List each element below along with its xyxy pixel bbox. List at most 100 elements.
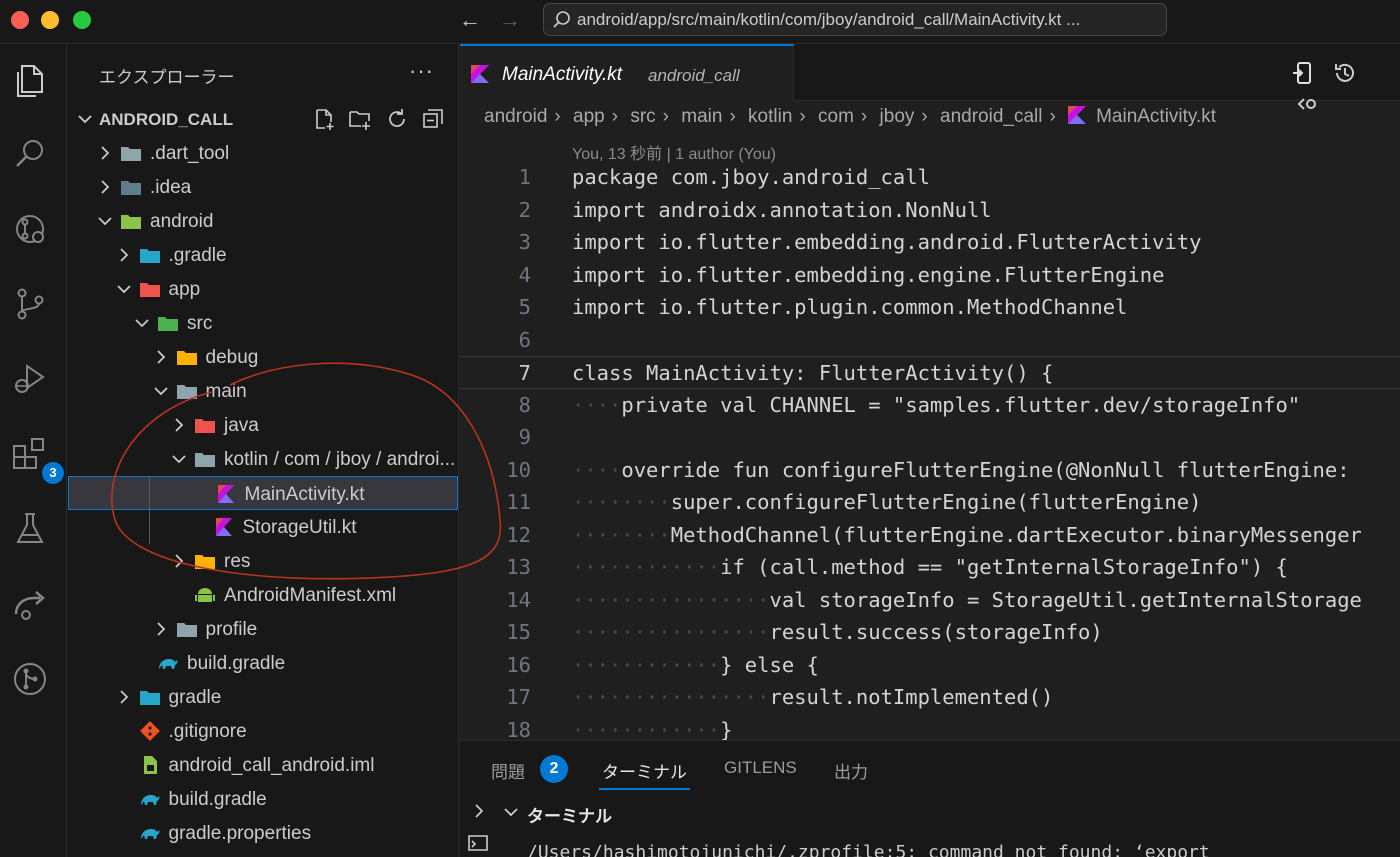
nav-forward-button[interactable]: → [497, 8, 523, 32]
terminal-output-line[interactable]: /Users/hashimotojunichi/.zprofile:5: com… [527, 842, 1210, 857]
gradle-icon [139, 789, 161, 809]
code-line[interactable]: 13 ············if (call.method == "getInt… [460, 551, 1400, 584]
code-line[interactable]: 5 import io.flutter.plugin.common.MethodC… [460, 291, 1400, 324]
tree-item[interactable]: kotlin / com / jboy / androi... [67, 442, 459, 476]
code-line[interactable]: 7 class MainActivity: FlutterActivity() { [460, 356, 1400, 389]
search-icon[interactable] [10, 134, 54, 178]
tree-item-label: gradle [168, 687, 222, 708]
terminal-header[interactable]: ターミナル [460, 796, 1400, 828]
gitlens-icon[interactable] [10, 659, 54, 703]
breadcrumb-item[interactable]: com [818, 106, 854, 127]
breadcrumb-item[interactable]: main [681, 106, 722, 127]
code-text: import io.flutter.embedding.engine.Flutt… [572, 259, 1164, 292]
code-content: import io.flutter.embedding.android.Flut… [572, 230, 1202, 254]
code-line[interactable]: 11 ········super.configureFlutterEngine(f… [460, 486, 1400, 519]
new-folder-icon[interactable] [348, 107, 372, 131]
timeline-icon[interactable] [1332, 60, 1358, 86]
code-content: package com.jboy.android_call [572, 165, 930, 189]
breadcrumb-item[interactable]: android [484, 106, 547, 127]
tree-item[interactable]: gradle [67, 680, 459, 714]
breadcrumb-file[interactable]: MainActivity.kt [1096, 106, 1216, 127]
close-window-button[interactable] [11, 11, 29, 29]
kotlin-icon [1068, 106, 1087, 124]
more-actions-button[interactable]: ··· [409, 58, 434, 84]
code-line[interactable]: 2 import androidx.annotation.NonNull [460, 194, 1400, 227]
tab-terminal[interactable]: ターミナル [602, 758, 687, 783]
tree-item[interactable]: java [67, 408, 459, 442]
tree-item[interactable]: src [67, 306, 459, 340]
tree-item[interactable]: .idea [67, 170, 459, 204]
tree-item[interactable]: .gitignore [67, 714, 459, 748]
tree-item-label: main [205, 381, 247, 402]
new-file-icon[interactable] [312, 107, 336, 131]
tree-item[interactable]: main [67, 374, 459, 408]
breadcrumb-item[interactable]: jboy [880, 106, 915, 127]
line-number: 5 [518, 295, 531, 319]
tree-item[interactable]: app [67, 272, 459, 306]
workspace-name: ANDROID_CALL [99, 110, 234, 129]
explorer-icon[interactable] [10, 60, 54, 104]
tree-item[interactable]: .dart_tool [67, 136, 459, 170]
tree-item-label: StorageUtil.kt [242, 517, 357, 538]
line-number: 13 [506, 555, 531, 579]
breadcrumb-item[interactable]: src [630, 106, 655, 127]
tree-item[interactable]: AndroidManifest.xml [67, 578, 459, 612]
source-control-icon[interactable] [10, 284, 54, 328]
tab-output[interactable]: 出力 [834, 758, 868, 783]
testing-icon[interactable] [10, 509, 54, 553]
whitespace-indicator: ···· [572, 392, 622, 417]
android-folder-icon [120, 211, 142, 231]
code-line[interactable]: 8 ····private val CHANNEL = "samples.flut… [460, 389, 1400, 422]
line-number: 17 [506, 685, 531, 709]
tab-problems[interactable]: 問題 [491, 758, 525, 783]
code-content: import androidx.annotation.NonNull [572, 197, 992, 222]
nav-back-button[interactable]: ← [457, 8, 483, 32]
remote-explorer-icon[interactable] [10, 584, 54, 628]
tree-item[interactable]: debug [67, 340, 459, 374]
tree-item[interactable]: MainActivity.kt [68, 476, 458, 510]
tree-item[interactable]: android_call_android.iml [67, 748, 459, 782]
code-line[interactable]: 3 import io.flutter.embedding.android.Flu… [460, 226, 1400, 259]
tree-item[interactable]: profile [67, 612, 459, 646]
whitespace-indicator: ············ [572, 717, 721, 742]
code-line[interactable]: 9 [460, 421, 1400, 454]
command-center[interactable]: android/app/src/main/kotlin/com/jboy/and… [543, 3, 1167, 36]
tree-item[interactable]: res [67, 544, 459, 578]
code-line[interactable]: 16 ············} else { [460, 649, 1400, 682]
code-line[interactable]: 17 ················result.notImplemented(… [460, 681, 1400, 714]
collapse-all-icon[interactable] [421, 107, 445, 131]
refresh-icon[interactable] [385, 107, 409, 131]
code-text: ············if (call.method == "getInter… [572, 551, 1288, 584]
tab-mainactivity[interactable]: MainActivity.kt android_call [460, 44, 794, 101]
run-debug-icon[interactable] [10, 359, 54, 403]
device-icon[interactable] [1290, 60, 1316, 86]
tree-item[interactable]: build.gradle [67, 782, 459, 816]
tree-item-label: AndroidManifest.xml [224, 585, 397, 606]
source-control-graph-icon[interactable] [10, 209, 54, 253]
breadcrumb-item[interactable]: app [573, 106, 605, 127]
tree-item[interactable]: gradle.properties [67, 816, 459, 850]
tab-gitlens[interactable]: GITLENS [724, 758, 797, 778]
workspace-section-header[interactable]: ANDROID_CALL [67, 102, 459, 136]
tab-title: MainActivity.kt [502, 64, 623, 85]
code-line[interactable]: 1 package com.jboy.android_call [460, 161, 1400, 194]
code-line[interactable]: 14 ················val storageInfo = Stor… [460, 584, 1400, 617]
code-line[interactable]: 15 ················result.success(storage… [460, 616, 1400, 649]
chevron-right-icon[interactable] [470, 802, 488, 820]
maximize-window-button[interactable] [73, 11, 91, 29]
tree-item[interactable]: StorageUtil.kt [67, 510, 459, 544]
code-line[interactable]: 6 [460, 324, 1400, 357]
code-line[interactable]: 12 ········MethodChannel(flutterEngine.da… [460, 519, 1400, 552]
breadcrumb-item[interactable]: android_call [940, 106, 1042, 127]
breadcrumb-item[interactable]: kotlin [748, 106, 792, 127]
code-text: import io.flutter.plugin.common.MethodCh… [572, 291, 1127, 324]
tree-item[interactable]: build.gradle [67, 646, 459, 680]
minimize-window-button[interactable] [41, 11, 59, 29]
tree-item[interactable]: .gradle [67, 238, 459, 272]
tree-item[interactable]: android [67, 204, 459, 238]
extensions-icon[interactable]: 3 [10, 434, 64, 484]
compare-icon[interactable] [1290, 91, 1316, 117]
code-line[interactable]: 4 import io.flutter.embedding.engine.Flut… [460, 259, 1400, 292]
terminal-icon[interactable] [466, 833, 490, 857]
code-line[interactable]: 10 ····override fun configureFlutterEngin… [460, 454, 1400, 487]
